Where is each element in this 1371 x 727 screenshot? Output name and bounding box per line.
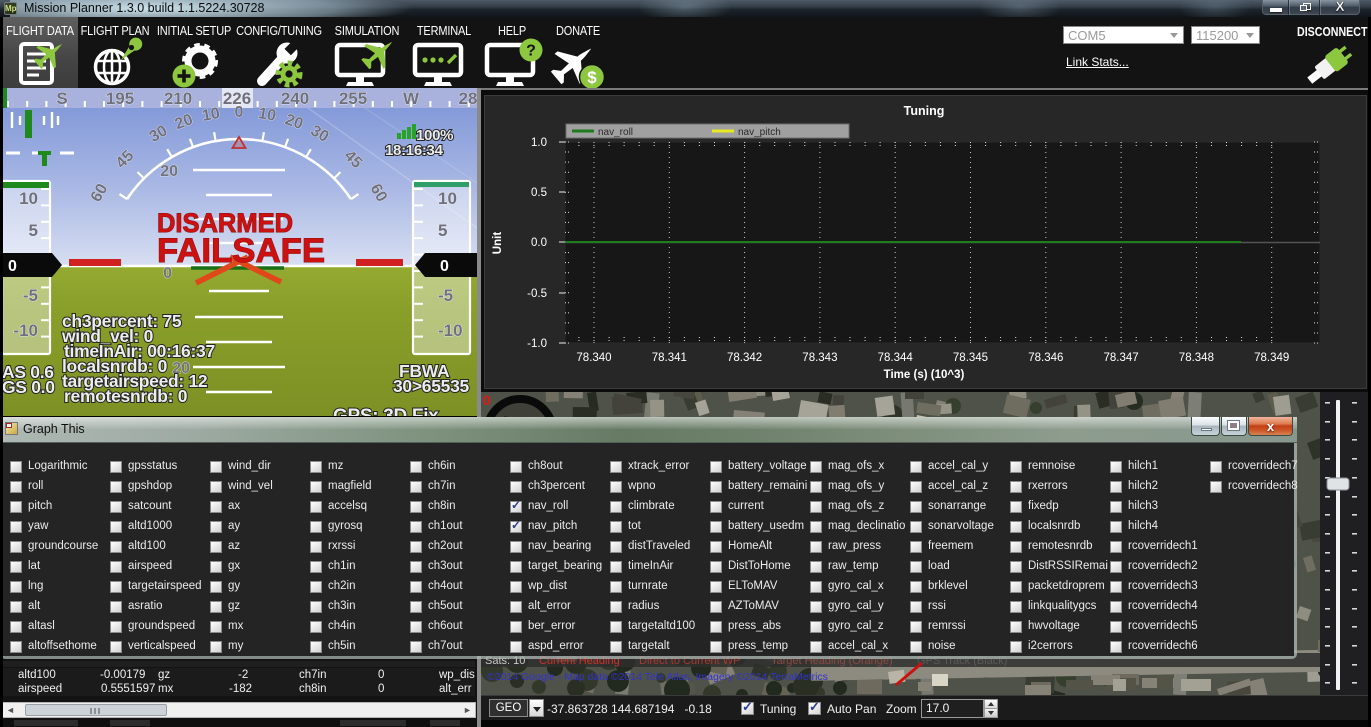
svg-text:78.341: 78.341 <box>652 352 687 364</box>
svg-text:0: 0 <box>440 258 449 275</box>
svg-text:nav_pitch: nav_pitch <box>738 127 781 138</box>
svg-text:78.342: 78.342 <box>727 352 762 364</box>
svg-text:GS 0.0: GS 0.0 <box>2 377 55 397</box>
svg-text:Time (s) (10^3): Time (s) (10^3) <box>884 369 965 381</box>
svg-text:$: $ <box>587 68 597 87</box>
svg-text:78.340: 78.340 <box>576 352 611 364</box>
svg-text:nav_roll: nav_roll <box>598 127 633 138</box>
svg-text:78.349: 78.349 <box>1254 352 1289 364</box>
svg-text:0: 0 <box>8 258 17 275</box>
svg-text:10: 10 <box>19 189 38 208</box>
svg-text:0.0: 0.0 <box>531 237 547 249</box>
svg-text:-5: -5 <box>438 286 453 305</box>
svg-text:28: 28 <box>459 89 477 108</box>
svg-text:5: 5 <box>29 221 38 240</box>
svg-text:78.343: 78.343 <box>802 352 837 364</box>
svg-text:10: 10 <box>201 105 222 125</box>
svg-text:255: 255 <box>339 89 367 108</box>
svg-text:-1.0: -1.0 <box>527 338 547 350</box>
svg-text:Unit: Unit <box>492 232 504 255</box>
svg-text:W: W <box>403 89 420 108</box>
svg-text:20: 20 <box>160 163 178 180</box>
svg-text:-10: -10 <box>13 321 38 340</box>
svg-text:1.0: 1.0 <box>531 137 547 149</box>
svg-text:210: 210 <box>164 89 192 108</box>
svg-text:30>65535: 30>65535 <box>393 376 470 396</box>
svg-text:5: 5 <box>438 221 447 240</box>
svg-text:78.346: 78.346 <box>1028 352 1063 364</box>
svg-text:0: 0 <box>235 104 244 121</box>
svg-text:GPS: 3D Fix: GPS: 3D Fix <box>333 406 439 416</box>
svg-text:78.345: 78.345 <box>953 352 988 364</box>
svg-text:-5: -5 <box>23 286 38 305</box>
svg-text:240: 240 <box>281 89 309 108</box>
svg-text:FAILSAFE: FAILSAFE <box>157 232 325 270</box>
svg-text:-10: -10 <box>438 321 463 340</box>
svg-text:?: ? <box>526 43 536 60</box>
svg-text:0: 0 <box>483 392 491 408</box>
svg-text:©2014 Google - Map data ©2014: ©2014 Google - Map data ©2014 Tele Atlas… <box>487 671 828 683</box>
svg-text:78.344: 78.344 <box>878 352 914 364</box>
svg-text:remotesnrdb: 0: remotesnrdb: 0 <box>64 386 188 406</box>
svg-text:-0.5: -0.5 <box>527 288 547 300</box>
svg-text:Tuning: Tuning <box>904 104 945 118</box>
svg-text:195: 195 <box>106 89 134 108</box>
svg-text:0.5: 0.5 <box>531 187 547 199</box>
svg-text:18:16:34: 18:16:34 <box>385 142 444 159</box>
svg-text:10: 10 <box>257 105 278 125</box>
svg-text:S: S <box>56 89 67 108</box>
svg-text:10: 10 <box>438 189 457 208</box>
svg-text:78.348: 78.348 <box>1179 352 1214 364</box>
svg-text:78.347: 78.347 <box>1104 352 1139 364</box>
